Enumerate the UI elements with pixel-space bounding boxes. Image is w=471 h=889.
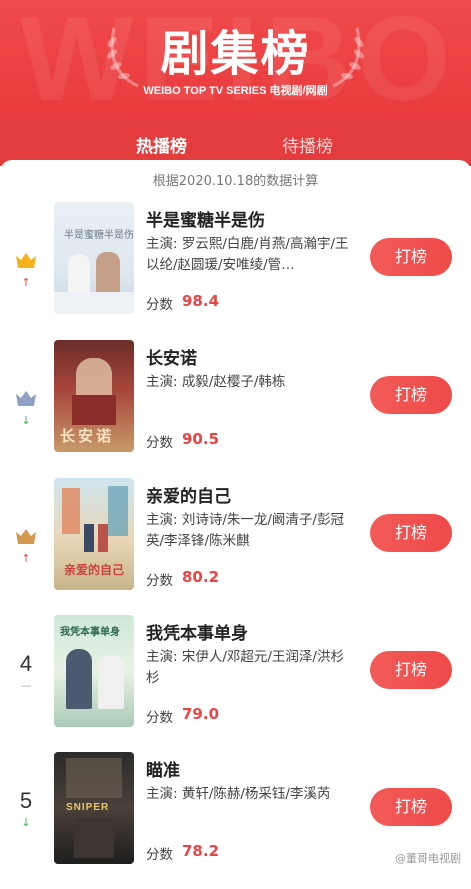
trend-down-icon: ↓	[21, 414, 31, 427]
poster-image[interactable]: 我凭本事单身	[54, 615, 134, 727]
rank-indicator: ↑	[10, 250, 42, 289]
date-note: 根据2020.10.18的数据计算	[152, 174, 319, 189]
show-cast: 主演: 黄轩/陈赫/杨采钰/李溪芮	[146, 786, 331, 802]
score-value: 78.2	[182, 842, 220, 860]
list-item[interactable]: 5 ↓ SNIPER 瞄准 主演: 黄轩/陈赫/杨采钰/李溪芮 分数 78.2 …	[0, 752, 471, 889]
list-item[interactable]: ↑ 亲爱的自己 亲爱的自己 主演: 刘诗诗/朱一龙/阚清子/彭冠英/李泽锋/陈米…	[0, 478, 471, 615]
bronze-crown-icon	[16, 529, 36, 544]
score-label: 分数	[146, 710, 173, 726]
header-banner: WEIBO 剧集榜 WEIBO TOP TV SERIES 电视剧/网剧	[0, 0, 471, 120]
vote-button[interactable]: 打榜	[370, 651, 452, 689]
gold-crown-icon	[16, 253, 36, 268]
poster-image[interactable]: 长安诺	[54, 340, 134, 452]
rank-number: 5	[19, 788, 33, 813]
score-value: 98.4	[182, 292, 220, 310]
tab-hot[interactable]: 热播榜	[136, 132, 187, 157]
poster-image[interactable]: 亲爱的自己	[54, 478, 134, 590]
list-item[interactable]: 4 — 我凭本事单身 我凭本事单身 主演: 宋伊人/邓超元/王润泽/洪杉杉 分数…	[0, 615, 471, 752]
poster-caption: 半是蜜糖半是伤	[64, 230, 134, 241]
watermark: @董哥电视剧	[395, 852, 461, 865]
poster-caption: 长安诺	[60, 427, 115, 445]
score-value: 90.5	[182, 430, 220, 448]
poster-caption: 我凭本事单身	[60, 627, 120, 638]
vote-button[interactable]: 打榜	[370, 238, 452, 276]
trend-up-icon: ↑	[21, 552, 31, 565]
poster-caption: SNIPER	[66, 802, 110, 813]
show-title[interactable]: 亲爱的自己	[146, 482, 231, 507]
score-label: 分数	[146, 847, 173, 863]
rank-indicator: 4 —	[10, 651, 42, 692]
poster-image[interactable]: 半是蜜糖半是伤	[54, 202, 134, 314]
rank-indicator: 5 ↓	[10, 788, 42, 829]
trend-down-icon: ↓	[21, 816, 31, 829]
vote-button[interactable]: 打榜	[370, 788, 452, 826]
vote-button[interactable]: 打榜	[370, 376, 452, 414]
score-value: 80.2	[182, 568, 220, 586]
trend-up-icon: ↑	[21, 276, 31, 289]
rank-indicator: ↑	[10, 526, 42, 565]
rank-indicator: ↓	[10, 388, 42, 427]
rank-number: 4	[19, 651, 33, 676]
score-label: 分数	[146, 435, 173, 451]
poster-image[interactable]: SNIPER	[54, 752, 134, 864]
score-label: 分数	[146, 297, 173, 313]
score-label: 分数	[146, 573, 173, 589]
silver-crown-icon	[16, 391, 36, 406]
show-cast: 主演: 刘诗诗/朱一龙/阚清子/彭冠英/李泽锋/陈米麒	[146, 512, 344, 549]
poster-caption: 亲爱的自己	[64, 563, 125, 577]
list-item[interactable]: ↑ 半是蜜糖半是伤 半是蜜糖半是伤 主演: 罗云熙/白鹿/肖燕/高瀚宇/王以纶/…	[0, 202, 471, 339]
list-item[interactable]: ↓ 长安诺 长安诺 主演: 成毅/赵樱子/韩栋 分数 90.5 打榜	[0, 340, 471, 477]
vote-button[interactable]: 打榜	[370, 514, 452, 552]
show-cast: 主演: 宋伊人/邓超元/王润泽/洪杉杉	[146, 649, 344, 686]
show-cast: 主演: 罗云熙/白鹿/肖燕/高瀚宇/王以纶/赵圆瑗/安唯绫/管…	[146, 236, 349, 273]
trend-flat-icon: —	[20, 679, 32, 692]
show-title[interactable]: 我凭本事单身	[146, 619, 248, 644]
score-value: 79.0	[182, 705, 220, 723]
page-subtitle: WEIBO TOP TV SERIES 电视剧/网剧	[143, 85, 328, 97]
show-title[interactable]: 瞄准	[146, 756, 180, 781]
show-cast: 主演: 成毅/赵樱子/韩栋	[146, 374, 286, 390]
tab-upcoming[interactable]: 待播榜	[282, 132, 333, 157]
show-title[interactable]: 半是蜜糖半是伤	[146, 206, 265, 231]
page-title: 剧集榜	[160, 26, 311, 82]
show-title[interactable]: 长安诺	[146, 344, 197, 369]
